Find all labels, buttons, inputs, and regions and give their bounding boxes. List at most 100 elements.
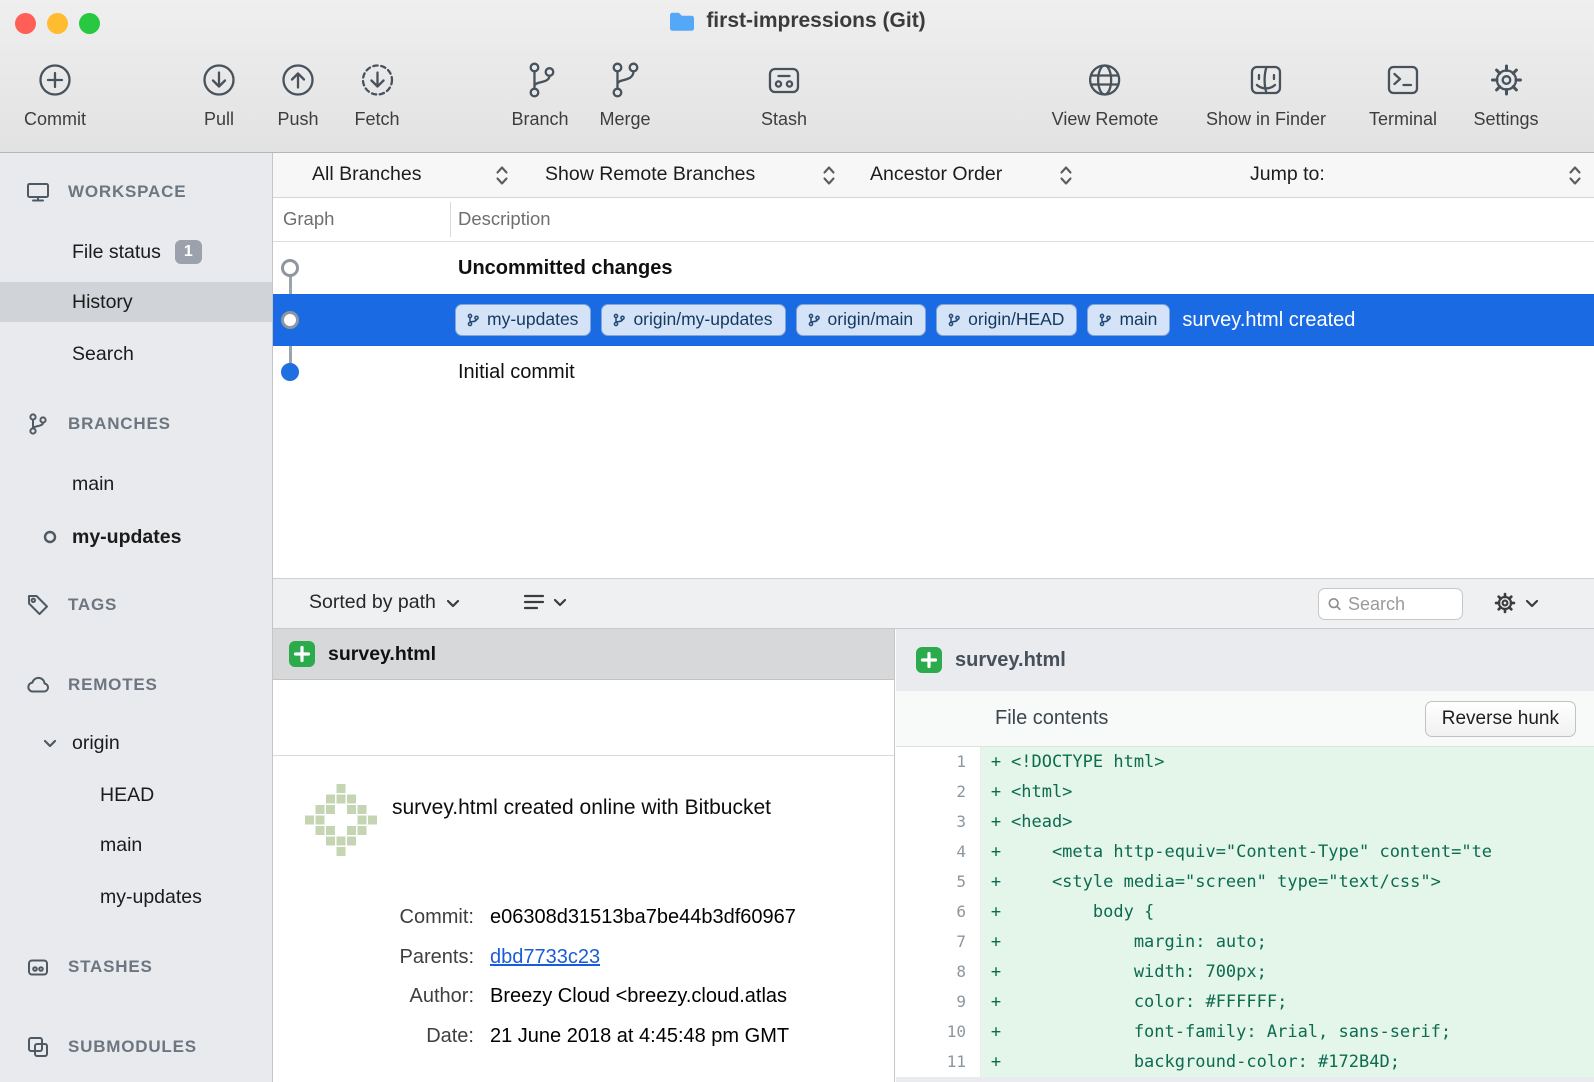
branch-label: Branch <box>511 109 568 130</box>
sidebar-section-remotes[interactable]: REMOTES <box>0 665 272 705</box>
file-contents-label: File contents <box>995 707 1108 730</box>
gear-icon <box>1484 58 1528 102</box>
search-input[interactable] <box>1348 594 1454 615</box>
commit-hash-row: Commit: e06308d31513ba7be44b3df60967 <box>273 898 894 938</box>
show-in-finder-toolbar-button[interactable]: Show in Finder <box>1206 58 1326 130</box>
line-number: 7 <box>896 927 981 957</box>
sidebar-section-workspace[interactable]: WORKSPACE <box>0 172 272 212</box>
settings-label: Settings <box>1473 109 1538 130</box>
history-row-initial-commit[interactable]: Initial commit <box>273 346 1594 398</box>
file-options-dropdown[interactable] <box>1491 589 1539 617</box>
branch-pill-label: origin/HEAD <box>968 309 1064 330</box>
ancestor-order-stepper-icon[interactable] <box>1059 163 1073 188</box>
sidebar: WORKSPACE File status 1 History Search B… <box>0 153 273 1082</box>
column-divider[interactable] <box>450 202 451 237</box>
sidebar-remote-origin[interactable]: origin <box>0 723 272 763</box>
sidebar-section-branches[interactable]: BRANCHES <box>0 404 272 444</box>
sourcetree-window: first-impressions (Git) Commit Pull Push… <box>0 0 1594 1082</box>
graph-column-header[interactable]: Graph <box>283 208 334 230</box>
sidebar-item-history[interactable]: History <box>0 282 272 322</box>
history-label: History <box>72 291 133 314</box>
pull-toolbar-button[interactable]: Pull <box>197 58 241 130</box>
code-text: color: #FFFFFF; <box>1011 987 1594 1017</box>
view-options-dropdown[interactable] <box>523 592 567 612</box>
added-marker: + <box>981 897 1011 927</box>
show-remote-branches-dropdown[interactable]: Show Remote Branches <box>545 163 755 186</box>
line-number: 10 <box>896 1017 981 1047</box>
graph-node-uncommitted <box>281 259 299 277</box>
sidebar-remote-main[interactable]: main <box>0 825 272 865</box>
folder-icon <box>668 10 696 33</box>
stash-label: Stash <box>761 109 807 130</box>
branch-toolbar-button[interactable]: Branch <box>511 58 568 130</box>
stashes-icon <box>26 955 50 979</box>
merge-toolbar-button[interactable]: Merge <box>599 58 650 130</box>
file-search-box[interactable] <box>1318 588 1463 620</box>
sidebar-remote-head[interactable]: HEAD <box>0 775 272 815</box>
added-marker: + <box>981 747 1011 777</box>
search-label: Search <box>72 343 134 366</box>
all-branches-dropdown[interactable]: All Branches <box>312 163 421 186</box>
date-label: Date: <box>273 1025 490 1048</box>
workspace-icon <box>26 180 50 204</box>
history-column-headers: Graph Description <box>273 198 1594 242</box>
parent-commit-link[interactable]: dbd7733c23 <box>490 946 600 969</box>
window-chrome: first-impressions (Git) Commit Pull Push… <box>0 0 1594 153</box>
line-number: 5 <box>896 867 981 897</box>
settings-toolbar-button[interactable]: Settings <box>1473 58 1538 130</box>
jump-to-stepper-icon[interactable] <box>1568 163 1582 188</box>
sidebar-branch-main[interactable]: main <box>0 464 272 504</box>
branch-pill-main: main <box>1087 304 1170 336</box>
history-row-uncommitted[interactable]: Uncommitted changes <box>273 242 1594 294</box>
sidebar-item-file-status[interactable]: File status 1 <box>0 232 272 272</box>
history-row-selected-commit[interactable]: my-updates origin/my-updates origin/main… <box>273 294 1594 346</box>
file-status-label: File status <box>72 241 161 264</box>
ancestor-order-dropdown[interactable]: Ancestor Order <box>870 163 1002 186</box>
push-toolbar-button[interactable]: Push <box>276 58 320 130</box>
diff-line: 11 + background-color: #172B4D; <box>896 1047 1594 1077</box>
finder-icon <box>1244 58 1288 102</box>
submodules-title: SUBMODULES <box>68 1037 197 1057</box>
chevron-down-icon[interactable] <box>42 735 58 751</box>
line-number: 2 <box>896 777 981 807</box>
file-contents-bar: File contents Reverse hunk <box>896 691 1594 747</box>
diff-line: 6 + body { <box>896 897 1594 927</box>
show-remote-stepper-icon[interactable] <box>822 163 836 188</box>
added-marker: + <box>981 987 1011 1017</box>
globe-icon <box>1083 58 1127 102</box>
line-number: 9 <box>896 987 981 1017</box>
reverse-hunk-button[interactable]: Reverse hunk <box>1425 701 1576 737</box>
sort-by-label: Sorted by path <box>309 591 436 614</box>
push-icon <box>276 58 320 102</box>
branch-icon <box>947 313 961 327</box>
added-marker: + <box>981 867 1011 897</box>
sidebar-section-tags[interactable]: TAGS <box>0 585 272 625</box>
sidebar-section-stashes[interactable]: STASHES <box>0 947 272 987</box>
jump-to-dropdown[interactable]: Jump to: <box>1250 163 1325 186</box>
diff-line: 4 + <meta http-equiv="Content-Type" cont… <box>896 837 1594 867</box>
tags-title: TAGS <box>68 595 117 615</box>
commit-toolbar-button[interactable]: Commit <box>24 58 86 130</box>
description-column-header[interactable]: Description <box>458 208 551 230</box>
diff-line: 5 + <style media="screen" type="text/css… <box>896 867 1594 897</box>
stash-toolbar-button[interactable]: Stash <box>761 58 807 130</box>
commit-hash-value: e06308d31513ba7be44b3df60967 <box>490 906 796 929</box>
commit-message-title: survey.html created online with Bitbucke… <box>392 796 771 820</box>
changed-files-pane: survey.html survey.html created online w… <box>273 629 895 1082</box>
fetch-toolbar-button[interactable]: Fetch <box>354 58 399 130</box>
terminal-toolbar-button[interactable]: Terminal <box>1369 58 1437 130</box>
sidebar-remote-my-updates[interactable]: my-updates <box>0 877 272 917</box>
all-branches-stepper-icon[interactable] <box>495 163 509 188</box>
sidebar-branch-my-updates[interactable]: my-updates <box>0 517 272 557</box>
view-remote-toolbar-button[interactable]: View Remote <box>1052 58 1159 130</box>
diff-line: 3 + <head> <box>896 807 1594 837</box>
file-row-survey-html[interactable]: survey.html <box>273 629 894 680</box>
branch-icon <box>466 313 480 327</box>
sidebar-section-submodules[interactable]: SUBMODULES <box>0 1027 272 1067</box>
sidebar-item-search[interactable]: Search <box>0 334 272 374</box>
sort-by-dropdown[interactable]: Sorted by path <box>309 591 460 614</box>
diff-file-name: survey.html <box>955 649 1066 672</box>
commit-hash-label: Commit: <box>273 906 490 929</box>
code-text: <!DOCTYPE html> <box>1011 747 1594 777</box>
author-value: Breezy Cloud <breezy.cloud.atlas <box>490 985 787 1008</box>
